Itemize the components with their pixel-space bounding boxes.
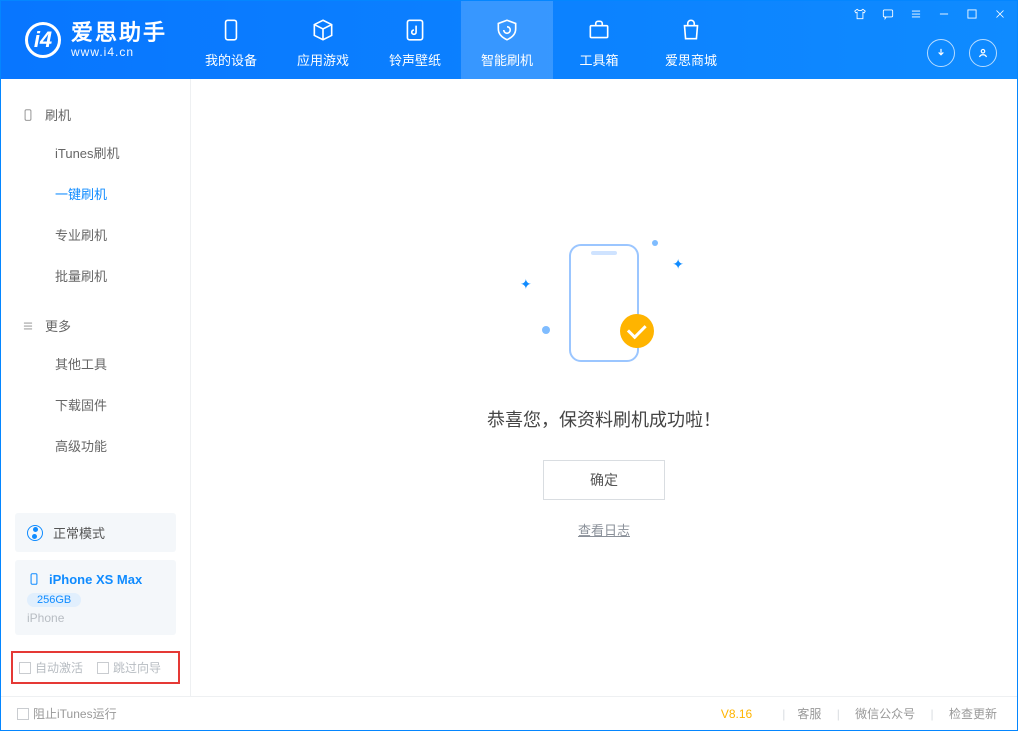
flash-options-row: 自动激活 跳过向导	[11, 651, 180, 684]
app-subtitle: www.i4.cn	[71, 46, 167, 59]
app-title: 爱思助手	[71, 21, 167, 45]
device-small-icon	[27, 570, 41, 588]
sidebar-item-download-firmware[interactable]: 下载固件	[1, 384, 190, 425]
music-file-icon	[402, 16, 428, 44]
mode-icon	[27, 525, 43, 541]
logo: i4 爱思助手 www.i4.cn	[1, 1, 185, 79]
view-log-link[interactable]: 查看日志	[578, 520, 630, 539]
checkbox-skip-guide[interactable]: 跳过向导	[97, 659, 161, 676]
device-icon	[218, 16, 244, 44]
success-message: 恭喜您，保资料刷机成功啦！	[487, 406, 721, 432]
header: i4 爱思助手 www.i4.cn 我的设备 应用游戏 铃声壁纸 智能刷机	[1, 1, 1017, 79]
shield-refresh-icon	[494, 16, 520, 44]
header-right-buttons	[927, 39, 997, 67]
tab-store[interactable]: 爱思商城	[645, 1, 737, 79]
menu-icon[interactable]	[909, 7, 923, 21]
account-button[interactable]	[969, 39, 997, 67]
logo-icon: i4	[25, 22, 61, 58]
tab-smart-flash[interactable]: 智能刷机	[461, 1, 553, 79]
sidebar-group-flash: 刷机	[1, 97, 190, 132]
checkbox-block-itunes[interactable]: 阻止iTunes运行	[17, 705, 117, 722]
bag-icon	[678, 16, 704, 44]
success-illustration: ✦ ✦	[514, 236, 694, 376]
device-name: iPhone XS Max	[49, 572, 142, 587]
sidebar-item-pro-flash[interactable]: 专业刷机	[1, 214, 190, 255]
tab-apps[interactable]: 应用游戏	[277, 1, 369, 79]
tab-ringtones[interactable]: 铃声壁纸	[369, 1, 461, 79]
dot-icon	[542, 326, 550, 334]
dot-icon	[652, 240, 658, 246]
ok-button[interactable]: 确定	[543, 460, 665, 500]
maximize-icon[interactable]	[965, 7, 979, 21]
shirt-icon[interactable]	[853, 7, 867, 21]
sidebar: 刷机 iTunes刷机 一键刷机 专业刷机 批量刷机 更多 其他工具 下载固件 …	[1, 79, 191, 696]
device-storage-badge: 256GB	[27, 593, 81, 607]
feedback-icon[interactable]	[881, 7, 895, 21]
sparkle-icon: ✦	[520, 276, 532, 293]
device-info-box[interactable]: iPhone XS Max 256GB iPhone	[15, 560, 176, 635]
briefcase-icon	[586, 16, 612, 44]
cube-icon	[310, 16, 336, 44]
checkbox-auto-activate[interactable]: 自动激活	[19, 659, 83, 676]
link-check-update[interactable]: 检查更新	[949, 707, 997, 721]
main-content: ✦ ✦ 恭喜您，保资料刷机成功啦！ 确定 查看日志	[191, 79, 1017, 696]
minimize-icon[interactable]	[937, 7, 951, 21]
top-tabs: 我的设备 应用游戏 铃声壁纸 智能刷机 工具箱 爱思商城	[185, 1, 737, 79]
list-icon	[21, 319, 35, 333]
sidebar-group-more: 更多	[1, 308, 190, 343]
app-window: i4 爱思助手 www.i4.cn 我的设备 应用游戏 铃声壁纸 智能刷机	[0, 0, 1018, 731]
sidebar-item-other-tools[interactable]: 其他工具	[1, 343, 190, 384]
close-icon[interactable]	[993, 7, 1007, 21]
device-type: iPhone	[27, 611, 164, 625]
version-label: V8.16	[721, 707, 752, 721]
tab-toolbox[interactable]: 工具箱	[553, 1, 645, 79]
sidebar-item-itunes-flash[interactable]: iTunes刷机	[1, 132, 190, 173]
tab-my-device[interactable]: 我的设备	[185, 1, 277, 79]
mode-label: 正常模式	[53, 523, 105, 542]
check-badge-icon	[620, 314, 654, 348]
download-button[interactable]	[927, 39, 955, 67]
sidebar-item-advanced[interactable]: 高级功能	[1, 425, 190, 466]
status-bar: 阻止iTunes运行 V8.16 | 客服 | 微信公众号 | 检查更新	[1, 696, 1017, 730]
titlebar-controls	[853, 7, 1007, 21]
body: 刷机 iTunes刷机 一键刷机 专业刷机 批量刷机 更多 其他工具 下载固件 …	[1, 79, 1017, 696]
phone-small-icon	[21, 108, 35, 122]
sparkle-icon: ✦	[672, 256, 684, 273]
device-mode-box[interactable]: 正常模式	[15, 513, 176, 552]
sidebar-item-onekey-flash[interactable]: 一键刷机	[1, 173, 190, 214]
link-customer-service[interactable]: 客服	[797, 707, 821, 721]
link-wechat[interactable]: 微信公众号	[855, 707, 915, 721]
sidebar-item-batch-flash[interactable]: 批量刷机	[1, 255, 190, 296]
